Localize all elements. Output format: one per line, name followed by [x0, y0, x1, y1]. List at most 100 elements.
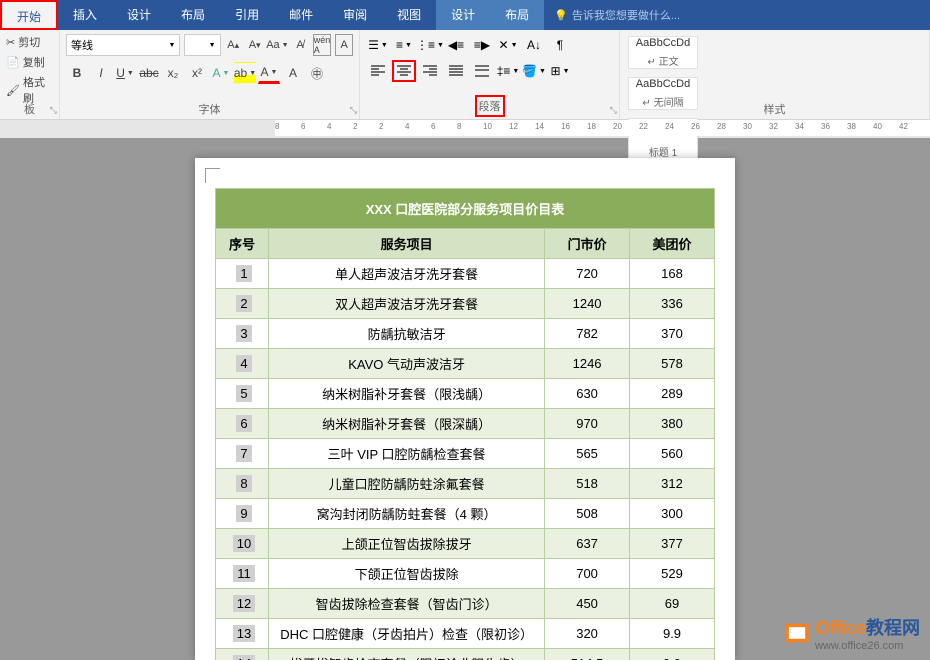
multilevel-list-button[interactable]: ⋮≡▼: [418, 34, 442, 56]
enclose-char-button[interactable]: ㊥: [306, 62, 328, 84]
cell-price1[interactable]: 518: [545, 469, 630, 499]
cell-price2[interactable]: 370: [630, 319, 715, 349]
tab-start[interactable]: 开始: [0, 0, 58, 30]
table-row[interactable]: 12 智齿拔除检查套餐（智齿门诊） 450 69: [216, 589, 715, 619]
cell-service[interactable]: DHC 口腔健康（牙齿拍片）检查（限初诊）: [269, 619, 545, 649]
cell-service[interactable]: 窝沟封闭防龋防蛀套餐（4 颗）: [269, 499, 545, 529]
cell-price2[interactable]: 168: [630, 259, 715, 289]
header-seq[interactable]: 序号: [216, 229, 269, 259]
sort-button[interactable]: A↓: [522, 34, 546, 56]
cell-seq[interactable]: 2: [216, 289, 269, 319]
cell-seq[interactable]: 5: [216, 379, 269, 409]
cell-service[interactable]: 防龋抗敏洁牙: [269, 319, 545, 349]
table-row[interactable]: 7 三叶 VIP 口腔防龋检查套餐 565 560: [216, 439, 715, 469]
cell-price2[interactable]: 69: [630, 589, 715, 619]
cell-price1[interactable]: 1246: [545, 349, 630, 379]
cell-seq[interactable]: 6: [216, 409, 269, 439]
cell-price2[interactable]: 289: [630, 379, 715, 409]
superscript-button[interactable]: x²: [186, 62, 208, 84]
change-case-button[interactable]: Aa▼: [267, 34, 287, 56]
numbering-button[interactable]: ≡▼: [392, 34, 416, 56]
cell-price2[interactable]: 300: [630, 499, 715, 529]
copy-button[interactable]: 📄 复制: [6, 52, 53, 72]
cell-price2[interactable]: 380: [630, 409, 715, 439]
tab-design[interactable]: 设计: [112, 0, 166, 30]
increase-font-button[interactable]: A▴: [225, 34, 242, 56]
cell-seq[interactable]: 13: [216, 619, 269, 649]
decrease-indent-button[interactable]: ◀≡: [444, 34, 468, 56]
cell-service[interactable]: 纳米树脂补牙套餐（限浅龋）: [269, 379, 545, 409]
header-price1[interactable]: 门市价: [545, 229, 630, 259]
clear-format-button[interactable]: A̸: [291, 34, 308, 56]
cell-price1[interactable]: 320: [545, 619, 630, 649]
table-row[interactable]: 8 儿童口腔防龋防蛀涂氟套餐 518 312: [216, 469, 715, 499]
cell-price1[interactable]: 565: [545, 439, 630, 469]
tab-table-layout[interactable]: 布局: [490, 0, 544, 30]
font-size-select[interactable]: ▼: [184, 34, 220, 56]
subscript-button[interactable]: x₂: [162, 62, 184, 84]
cell-seq[interactable]: 8: [216, 469, 269, 499]
horizontal-ruler[interactable]: 8642246810121416182022242628303234363840…: [275, 120, 930, 136]
table-title[interactable]: XXX 口腔医院部分服务项目价目表: [216, 189, 715, 229]
cell-price1[interactable]: 630: [545, 379, 630, 409]
cell-price2[interactable]: 578: [630, 349, 715, 379]
align-right-button[interactable]: [418, 60, 442, 82]
table-row[interactable]: 6 纳米树脂补牙套餐（限深龋） 970 380: [216, 409, 715, 439]
tab-table-design[interactable]: 设计: [436, 0, 490, 30]
tab-insert[interactable]: 插入: [58, 0, 112, 30]
tab-mail[interactable]: 邮件: [274, 0, 328, 30]
cell-price2[interactable]: 336: [630, 289, 715, 319]
cell-seq[interactable]: 14: [216, 649, 269, 660]
align-center-button[interactable]: [392, 60, 416, 82]
table-row[interactable]: 2 双人超声波洁牙洗牙套餐 1240 336: [216, 289, 715, 319]
align-justify-button[interactable]: [444, 60, 468, 82]
cell-price2[interactable]: 377: [630, 529, 715, 559]
table-row[interactable]: 10 上颌正位智齿拔除拔牙 637 377: [216, 529, 715, 559]
table-row[interactable]: 9 窝沟封闭防龋防蛀套餐（4 颗） 508 300: [216, 499, 715, 529]
tab-review[interactable]: 审阅: [328, 0, 382, 30]
bold-button[interactable]: B: [66, 62, 88, 84]
table-row[interactable]: 3 防龋抗敏洁牙 782 370: [216, 319, 715, 349]
line-spacing-button[interactable]: ‡≡▼: [496, 60, 520, 82]
cell-service[interactable]: KAVO 气动声波洁牙: [269, 349, 545, 379]
text-effects-button[interactable]: A▼: [210, 62, 232, 84]
shading-button[interactable]: 🪣▼: [522, 60, 546, 82]
italic-button[interactable]: I: [90, 62, 112, 84]
show-marks-button[interactable]: ¶: [548, 34, 572, 56]
font-expand-icon[interactable]: ⤡: [350, 105, 357, 116]
char-border-button[interactable]: A: [335, 34, 353, 56]
cell-service[interactable]: 拔牙拔智齿检查套餐（限初诊非阻生齿）: [269, 649, 545, 660]
tell-me-search[interactable]: 💡 告诉我您想要做什么...: [544, 7, 690, 23]
cell-price2[interactable]: 9.9: [630, 619, 715, 649]
font-name-select[interactable]: 等线 ▼: [66, 34, 180, 56]
cell-price1[interactable]: 782: [545, 319, 630, 349]
table-row[interactable]: 1 单人超声波洁牙洗牙套餐 720 168: [216, 259, 715, 289]
tab-layout[interactable]: 布局: [166, 0, 220, 30]
header-price2[interactable]: 美团价: [630, 229, 715, 259]
underline-button[interactable]: U▼: [114, 62, 136, 84]
phonetic-guide-button[interactable]: wénA: [313, 34, 332, 56]
increase-indent-button[interactable]: ≡▶: [470, 34, 494, 56]
cell-seq[interactable]: 4: [216, 349, 269, 379]
tab-reference[interactable]: 引用: [220, 0, 274, 30]
cell-price1[interactable]: 450: [545, 589, 630, 619]
cell-service[interactable]: 智齿拔除检查套餐（智齿门诊）: [269, 589, 545, 619]
header-service[interactable]: 服务项目: [269, 229, 545, 259]
cell-service[interactable]: 儿童口腔防龋防蛀涂氟套餐: [269, 469, 545, 499]
cell-seq[interactable]: 11: [216, 559, 269, 589]
cell-price1[interactable]: 700: [545, 559, 630, 589]
cell-price2[interactable]: 9.9: [630, 649, 715, 660]
cell-service[interactable]: 双人超声波洁牙洗牙套餐: [269, 289, 545, 319]
cut-button[interactable]: ✂ 剪切: [6, 32, 53, 52]
strikethrough-button[interactable]: abc: [138, 62, 160, 84]
table-row[interactable]: 13 DHC 口腔健康（牙齿拍片）检查（限初诊） 320 9.9: [216, 619, 715, 649]
cell-seq[interactable]: 3: [216, 319, 269, 349]
cell-service[interactable]: 下颌正位智齿拔除: [269, 559, 545, 589]
cell-service[interactable]: 单人超声波洁牙洗牙套餐: [269, 259, 545, 289]
table-row[interactable]: 4 KAVO 气动声波洁牙 1246 578: [216, 349, 715, 379]
asian-layout-button[interactable]: ✕▼: [496, 34, 520, 56]
cell-price1[interactable]: 720: [545, 259, 630, 289]
tab-view[interactable]: 视图: [382, 0, 436, 30]
align-distribute-button[interactable]: [470, 60, 494, 82]
style-normal[interactable]: AaBbCcDd ↵ 正文: [628, 36, 698, 69]
